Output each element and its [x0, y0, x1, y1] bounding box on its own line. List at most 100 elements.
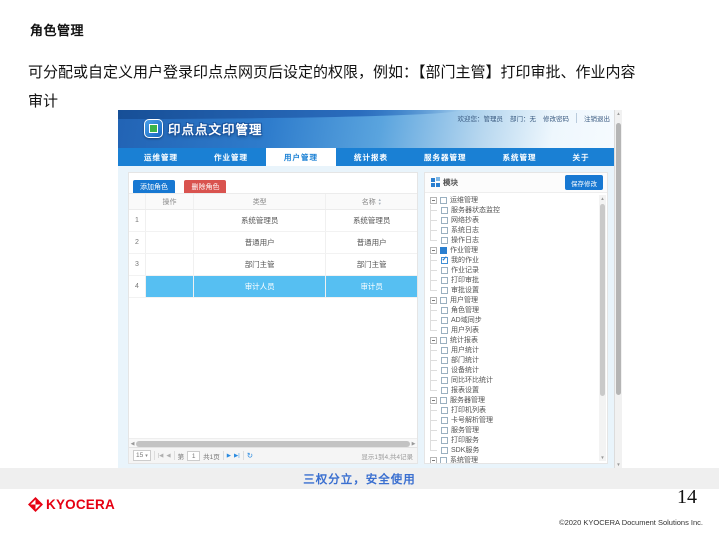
collapse-icon[interactable]: [430, 337, 437, 344]
hscroll-left-icon[interactable]: ◀: [129, 439, 136, 448]
page-number-input[interactable]: 1: [187, 451, 200, 461]
last-page-icon[interactable]: ▶|: [234, 453, 240, 459]
tree-child-node[interactable]: 打印机列表: [430, 405, 598, 415]
checkbox[interactable]: [441, 347, 448, 354]
hscroll-right-icon[interactable]: ▶: [410, 439, 417, 448]
checkbox-checked[interactable]: ✓: [441, 257, 448, 264]
checkbox[interactable]: [440, 397, 447, 404]
change-password-link[interactable]: 修改密码: [543, 113, 569, 123]
tree-node-label: 打印机列表: [451, 405, 486, 415]
cell-type: 审计人员: [193, 276, 325, 297]
tree-parent-node[interactable]: 作业管理: [430, 245, 598, 255]
table-row-selected[interactable]: 4 审计人员 审计员: [129, 276, 417, 298]
checkbox[interactable]: [441, 417, 448, 424]
checkbox[interactable]: [441, 447, 448, 454]
checkbox[interactable]: [440, 197, 447, 204]
checkbox[interactable]: [441, 267, 448, 274]
scroll-up-icon[interactable]: ▲: [599, 196, 606, 201]
checkbox[interactable]: [441, 357, 448, 364]
tab-job-management[interactable]: 作业管理: [196, 148, 266, 166]
checkbox[interactable]: [441, 327, 448, 334]
tab-user-management[interactable]: 用户管理: [266, 148, 336, 166]
checkbox[interactable]: [441, 307, 448, 314]
checkbox[interactable]: [440, 457, 447, 464]
sort-icon[interactable]: ▲▼: [378, 198, 382, 205]
next-page-icon[interactable]: ▶: [227, 453, 231, 459]
header-operation: 操作: [145, 194, 193, 209]
prev-page-icon[interactable]: ◀: [166, 453, 170, 459]
tab-statistics-report[interactable]: 统计报表: [336, 148, 406, 166]
tree-child-node[interactable]: 设备统计: [430, 365, 598, 375]
collapse-icon[interactable]: [430, 197, 437, 204]
checkbox[interactable]: [441, 277, 448, 284]
scroll-down-icon[interactable]: ▼: [599, 455, 606, 460]
first-page-icon[interactable]: |◀: [158, 453, 164, 459]
checkbox-indeterminate[interactable]: [440, 247, 447, 254]
tree-child-node[interactable]: 用户统计: [430, 345, 598, 355]
tab-ops-management[interactable]: 运维管理: [126, 148, 196, 166]
nav-bar: 运维管理 作业管理 用户管理 统计报表 服务器管理 系统管理 关于: [118, 148, 622, 166]
tree-child-node[interactable]: AD域同步: [430, 315, 598, 325]
tree-child-node[interactable]: 用户列表: [430, 325, 598, 335]
checkbox[interactable]: [441, 207, 448, 214]
checkbox[interactable]: [441, 227, 448, 234]
tree-child-node[interactable]: 系统日志: [430, 225, 598, 235]
collapse-icon[interactable]: [430, 457, 437, 464]
tree-child-node[interactable]: 报表设置: [430, 385, 598, 395]
checkbox[interactable]: [441, 387, 448, 394]
tree-parent-node[interactable]: 运维管理: [430, 195, 598, 205]
tree-parent-node[interactable]: 用户管理: [430, 295, 598, 305]
tree-child-node[interactable]: ✓我的作业: [430, 255, 598, 265]
table-row[interactable]: 1 系统管理员 系统管理员: [129, 210, 417, 232]
checkbox[interactable]: [440, 297, 447, 304]
tab-system-management[interactable]: 系统管理: [485, 148, 555, 166]
checkbox[interactable]: [441, 317, 448, 324]
checkbox[interactable]: [441, 437, 448, 444]
tree-parent-node[interactable]: 系统管理: [430, 455, 598, 463]
table-row[interactable]: 3 部门主管 部门主管: [129, 254, 417, 276]
kyocera-mark-icon: [28, 497, 43, 512]
checkbox[interactable]: [441, 377, 448, 384]
tree-child-node[interactable]: 角色管理: [430, 305, 598, 315]
save-changes-button[interactable]: 保存修改: [565, 175, 603, 190]
tree-child-node[interactable]: 网络抄表: [430, 215, 598, 225]
tree-child-node[interactable]: 卡号解析管理: [430, 415, 598, 425]
horizontal-scrollbar[interactable]: ◀ ▶: [129, 438, 417, 447]
tree-child-node[interactable]: 服务器状态监控: [430, 205, 598, 215]
tree-scrollbar[interactable]: ▲ ▼: [599, 195, 606, 461]
header-name[interactable]: 名称 ▲▼: [325, 194, 417, 209]
scroll-up-icon[interactable]: ▲: [615, 111, 622, 116]
collapse-icon[interactable]: [430, 397, 437, 404]
hscroll-thumb[interactable]: [136, 441, 410, 447]
tree-child-node[interactable]: 打印审批: [430, 275, 598, 285]
collapse-icon[interactable]: [430, 297, 437, 304]
page-size-select[interactable]: 15 ▾: [133, 450, 151, 461]
checkbox[interactable]: [441, 287, 448, 294]
refresh-icon[interactable]: ↻: [247, 451, 253, 460]
checkbox[interactable]: [441, 427, 448, 434]
tree-child-node[interactable]: 服务管理: [430, 425, 598, 435]
collapse-icon[interactable]: [430, 247, 437, 254]
tree-child-node[interactable]: 打印服务: [430, 435, 598, 445]
scroll-down-icon[interactable]: ▼: [615, 462, 622, 467]
tree-child-node[interactable]: 审批设置: [430, 285, 598, 295]
tree-child-node[interactable]: 部门统计: [430, 355, 598, 365]
checkbox[interactable]: [441, 407, 448, 414]
page-scrollbar-thumb[interactable]: [616, 123, 621, 395]
tree-parent-node[interactable]: 统计报表: [430, 335, 598, 345]
tree-child-node[interactable]: 操作日志: [430, 235, 598, 245]
tree-child-node[interactable]: 作业记录: [430, 265, 598, 275]
table-row[interactable]: 2 普通用户 普通用户: [129, 232, 417, 254]
page-scrollbar[interactable]: ▲ ▼: [614, 110, 622, 468]
tree-scrollbar-thumb[interactable]: [600, 204, 605, 396]
checkbox[interactable]: [441, 217, 448, 224]
checkbox[interactable]: [440, 337, 447, 344]
checkbox[interactable]: [441, 367, 448, 374]
tree-parent-node[interactable]: 服务器管理: [430, 395, 598, 405]
checkbox[interactable]: [441, 237, 448, 244]
tab-about[interactable]: 关于: [555, 148, 608, 166]
tree-child-node[interactable]: SDK服务: [430, 445, 598, 455]
tree-child-node[interactable]: 同比环比统计: [430, 375, 598, 385]
logout-link[interactable]: 注销退出: [576, 113, 610, 123]
tab-server-management[interactable]: 服务器管理: [406, 148, 485, 166]
